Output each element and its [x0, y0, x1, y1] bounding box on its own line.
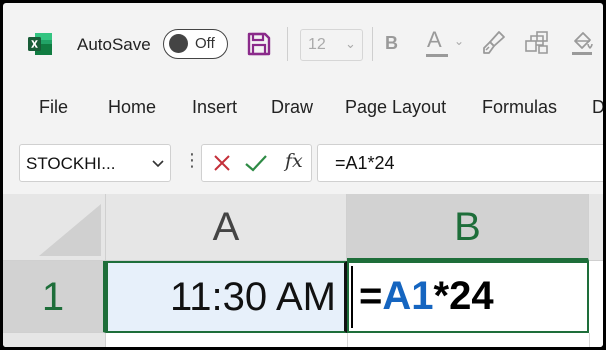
column-header-c[interactable]	[589, 194, 603, 261]
autosave-state: Off	[195, 35, 215, 52]
insert-function-icon[interactable]: fx	[285, 150, 303, 172]
font-size-value: 12	[308, 36, 326, 53]
tab-draw[interactable]: Draw	[271, 97, 313, 118]
quick-access-toolbar: AutoSave Off 12 ⌄ B A ⌄	[3, 3, 603, 83]
format-painter-icon[interactable]	[481, 29, 507, 57]
cancel-icon[interactable]	[211, 152, 233, 174]
formula-text: =A1*24	[335, 153, 395, 173]
chevron-down-icon[interactable]	[150, 153, 166, 173]
autosave-label: AutoSave	[77, 35, 151, 54]
formula-operator: *24	[433, 274, 494, 318]
row-header-2[interactable]	[3, 333, 106, 347]
name-box[interactable]: STOCKHI...	[19, 144, 171, 182]
row-header-1[interactable]: 1	[3, 261, 106, 333]
tab-home[interactable]: Home	[108, 97, 156, 118]
column-header-b[interactable]: B	[347, 194, 589, 261]
toolbar-divider	[372, 27, 373, 61]
cell-a1[interactable]: 11:30 AM	[106, 261, 347, 333]
gridline	[347, 333, 348, 347]
bold-button[interactable]: B	[385, 33, 398, 54]
chevron-down-icon: ⌄	[345, 36, 356, 51]
formula-equals: =	[359, 274, 383, 318]
toolbar-divider	[287, 27, 288, 61]
tab-data[interactable]: D	[592, 97, 603, 118]
cell-styles-icon[interactable]	[523, 29, 551, 57]
tab-formulas[interactable]: Formulas	[482, 97, 557, 118]
formula-bar: STOCKHI... ⋮ fx =A1*24	[3, 128, 603, 194]
font-color-bar	[426, 54, 448, 57]
tab-file[interactable]: File	[39, 97, 68, 118]
formula-input[interactable]: =A1*24	[317, 144, 603, 182]
excel-window: AutoSave Off 12 ⌄ B A ⌄ File Home Insert…	[3, 3, 603, 347]
text-cursor	[351, 266, 353, 328]
font-color-button[interactable]: A ⌄	[423, 27, 465, 63]
gridline	[589, 333, 590, 347]
font-color-icon: A	[427, 27, 442, 52]
toggle-knob	[169, 34, 188, 53]
save-icon[interactable]	[246, 31, 272, 57]
column-header-a[interactable]: A	[106, 194, 347, 261]
ribbon-tabs: File Home Insert Draw Page Layout Formul…	[3, 83, 603, 128]
fill-color-icon[interactable]	[568, 29, 596, 57]
cell-reference-a1: A1	[382, 274, 434, 318]
autosave-toggle[interactable]: Off	[163, 29, 228, 59]
excel-logo-icon[interactable]	[27, 31, 53, 57]
more-options-icon[interactable]: ⋮	[183, 150, 201, 171]
select-all-triangle-icon	[39, 204, 101, 256]
name-box-value: STOCKHI...	[26, 154, 116, 173]
enter-check-icon[interactable]	[243, 152, 269, 174]
font-size-dropdown[interactable]: 12 ⌄	[300, 29, 363, 61]
tab-page-layout[interactable]: Page Layout	[345, 97, 446, 118]
select-all-corner[interactable]	[3, 194, 106, 261]
cell-b1[interactable]: =A1*24	[347, 261, 589, 333]
chevron-down-icon: ⌄	[454, 34, 465, 48]
tab-insert[interactable]: Insert	[192, 97, 237, 118]
worksheet-grid: A B 1 11:30 AM =A1*24	[3, 194, 603, 347]
